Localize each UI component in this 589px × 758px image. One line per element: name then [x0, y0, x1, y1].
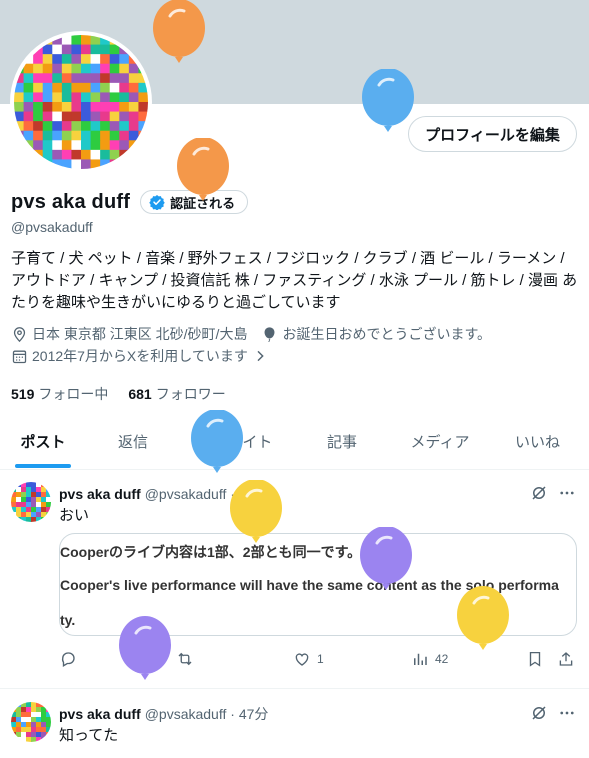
following-label: フォロー中 [38, 386, 109, 402]
post-actions: 1 42 [59, 650, 579, 670]
reply-button[interactable] [59, 650, 77, 668]
post-handle-time[interactable]: @pvsakaduff · 47分 [145, 704, 269, 724]
post-item[interactable]: pvs aka duff @pvsakaduff · 47分 知ってた [0, 702, 589, 758]
profile-birthday: お誕生日おめでとうございます。 [282, 326, 492, 342]
verified-badge-button[interactable]: 認証される [140, 190, 249, 214]
post-avatar[interactable] [11, 702, 51, 742]
share-button[interactable] [557, 650, 575, 668]
analytics-icon [414, 653, 427, 665]
followers-link[interactable]: 681 フォロワー [128, 384, 225, 404]
chevron-right-icon [257, 350, 264, 362]
profile-avatar[interactable] [10, 31, 152, 173]
repost-button[interactable] [176, 650, 194, 668]
post-handle-time[interactable]: @pvsakaduff · 24分 [145, 484, 269, 504]
avatar-mosaic-image [11, 482, 51, 522]
verified-check-icon [149, 195, 165, 210]
bookmark-button[interactable] [526, 650, 544, 668]
like-count: 1 [317, 652, 324, 666]
post-header: pvs aka duff @pvsakaduff · 24分 [59, 484, 268, 504]
post-text: おい [59, 507, 90, 524]
reply-icon [61, 652, 75, 667]
following-count: 519 [11, 386, 35, 402]
post-author-name[interactable]: pvs aka duff [59, 706, 141, 722]
post-avatar[interactable] [11, 482, 51, 522]
views-button[interactable]: 42 [411, 650, 448, 668]
profile-handle: @pvsakaduff [11, 219, 93, 235]
post-header: pvs aka duff @pvsakaduff · 47分 [59, 704, 268, 724]
profile-bio: 子育て / 犬 ペット / 音楽 / 野外フェス / フジロック / クラブ /… [11, 250, 578, 311]
edit-profile-button[interactable]: プロフィールを編集 [408, 116, 577, 152]
quote-line: Cooper's live performance will have the … [60, 577, 559, 593]
tab-media[interactable]: メディア [394, 420, 486, 469]
grok-icon[interactable] [530, 704, 548, 722]
grok-icon[interactable] [530, 484, 548, 502]
balloon-icon [264, 326, 275, 342]
heart-icon [295, 653, 309, 666]
location-pin-icon [13, 326, 26, 342]
tab-articles[interactable]: 記事 [290, 420, 394, 469]
profile-joined-row[interactable]: 2012年7月からXを利用しています [11, 346, 268, 366]
view-count: 42 [435, 652, 449, 666]
more-options-icon[interactable] [558, 704, 576, 722]
post-item[interactable]: pvs aka duff @pvsakaduff · 24分 おい Cooper… [0, 482, 589, 687]
avatar-mosaic-image [14, 35, 148, 169]
tab-replies[interactable]: 返信 [86, 420, 180, 469]
quoted-image-card[interactable]: Cooperのライブ内容は1部、2部とも同一です。 Cooper's live … [59, 533, 577, 636]
followers-label: フォロワー [155, 386, 226, 402]
post-text: 知ってた [59, 727, 119, 744]
display-name: pvs aka duff [11, 190, 131, 213]
profile-joined: 2012年7月からXを利用しています [32, 348, 248, 364]
following-link[interactable]: 519 フォロー中 [11, 384, 108, 404]
quote-line: ty. [60, 612, 76, 628]
verified-label: 認証される [170, 195, 236, 211]
tab-posts[interactable]: ポスト [0, 420, 86, 469]
follow-counts: 519 フォロー中 681 フォロワー [11, 384, 226, 404]
bookmark-icon [529, 651, 541, 667]
quote-line: Cooperのライブ内容は1部、2部とも同一です。 [60, 544, 362, 560]
followers-count: 681 [128, 386, 152, 402]
profile-tabs: ポスト 返信 ハイライト 記事 メディア いいね [0, 420, 589, 470]
more-options-icon[interactable] [558, 484, 576, 502]
repost-icon [178, 652, 192, 666]
share-icon [559, 652, 573, 666]
tab-highlights[interactable]: ハイライト [180, 420, 290, 469]
profile-location: 日本 東京都 江東区 北砂/砂町/大島 [32, 326, 248, 342]
active-tab-indicator [15, 464, 71, 468]
profile-meta-location-row: 日本 東京都 江東区 北砂/砂町/大島 お誕生日おめでとうございます。 [11, 324, 491, 344]
post-author-name[interactable]: pvs aka duff [59, 486, 141, 502]
profile-name-row: pvs aka duff 認証される [11, 190, 249, 214]
calendar-icon [12, 350, 27, 363]
avatar-mosaic-image [11, 702, 51, 742]
tab-likes[interactable]: いいね [486, 420, 589, 469]
post-divider [0, 688, 589, 689]
like-button[interactable]: 1 [293, 650, 324, 668]
